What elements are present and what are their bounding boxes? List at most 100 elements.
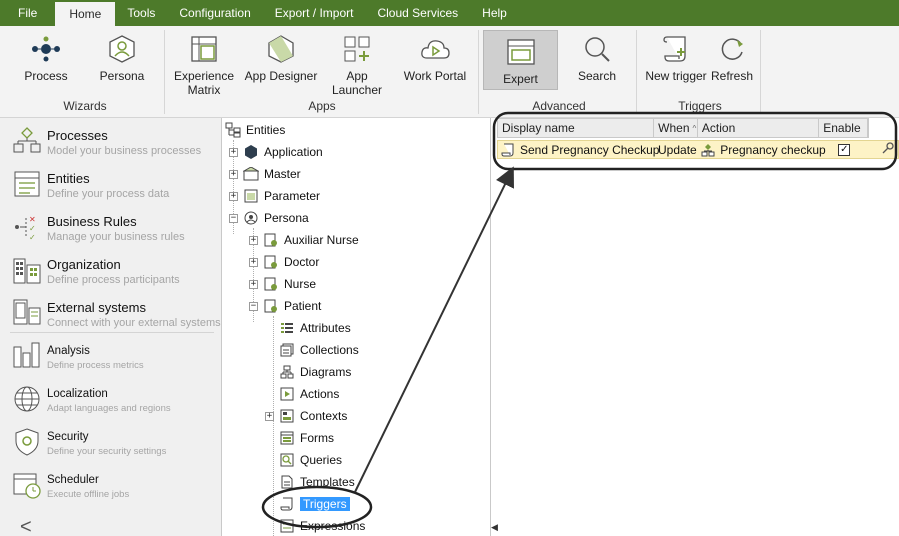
search-button[interactable]: Search: [568, 28, 626, 102]
master-icon: [243, 166, 259, 182]
collapse-icon[interactable]: −: [229, 213, 238, 223]
splitter-arrow-icon[interactable]: ◀: [491, 522, 498, 533]
expand-icon[interactable]: +: [229, 169, 238, 179]
tree-node-templates[interactable]: Templates: [279, 473, 355, 491]
sidebar-item-desc: Connect with your external systems: [47, 317, 221, 329]
tree-guide-line: [273, 316, 274, 536]
tree-node-triggers[interactable]: Triggers: [279, 495, 350, 513]
tree-node-actions[interactable]: Actions: [279, 385, 339, 403]
actions-icon: [279, 386, 295, 402]
tree-node-contexts[interactable]: + Contexts: [265, 407, 347, 425]
svg-text:✓: ✓: [29, 233, 36, 242]
sidebar-item-title: Localization: [47, 388, 108, 400]
cell-when: Update: [655, 141, 698, 158]
expert-button[interactable]: Expert: [483, 30, 558, 90]
expand-icon[interactable]: +: [265, 411, 274, 421]
ribbon-separator: [760, 30, 761, 114]
column-action[interactable]: Action: [698, 119, 820, 137]
column-enable[interactable]: Enable: [819, 119, 868, 137]
tree-node-expressions[interactable]: Expressions: [279, 517, 365, 535]
persona-entity-icon: [263, 276, 279, 292]
tree-node-doctor[interactable]: + Doctor: [249, 253, 319, 271]
collapse-sidebar-button[interactable]: <: [20, 516, 32, 536]
tree-label: Persona: [264, 211, 309, 225]
tree-label-selected: Triggers: [300, 497, 350, 511]
menu-export-import[interactable]: Export / Import: [263, 0, 366, 26]
sidebar-item-localization[interactable]: Localization Adapt languages and regions: [0, 378, 222, 421]
tree-node-application[interactable]: + Application: [229, 143, 323, 161]
sidebar-item-processes[interactable]: Processes Model your business processes: [0, 120, 222, 163]
parameter-icon: [243, 188, 259, 204]
new-trigger-button[interactable]: New trigger: [644, 28, 708, 102]
sidebar-item-desc: Manage your business rules: [47, 231, 185, 243]
menu-help[interactable]: Help: [470, 0, 519, 26]
tree-node-collections[interactable]: Collections: [279, 341, 359, 359]
tree-node-entities[interactable]: Entities: [225, 121, 285, 139]
column-display-name[interactable]: Display name: [498, 119, 655, 137]
process-label: Process: [24, 69, 68, 83]
new-trigger-label: New trigger: [645, 69, 707, 83]
tree-node-forms[interactable]: Forms: [279, 429, 334, 447]
app-designer-icon: [264, 32, 298, 66]
expand-icon[interactable]: +: [229, 147, 238, 157]
sidebar-item-scheduler[interactable]: Scheduler Execute offline jobs: [0, 464, 222, 507]
experience-matrix-icon: [187, 32, 221, 66]
menu-configuration[interactable]: Configuration: [167, 0, 262, 26]
expand-icon[interactable]: +: [249, 235, 258, 245]
grid-header: Display name When ^ Action Enable: [497, 118, 869, 138]
expressions-icon: [279, 518, 295, 534]
persona-button[interactable]: Persona: [96, 28, 148, 102]
experience-matrix-button[interactable]: Experience Matrix: [172, 28, 236, 102]
group-label-wizards: Wizards: [63, 99, 107, 113]
enable-checkbox[interactable]: ✓: [838, 143, 851, 156]
sidebar-item-organization[interactable]: Organization Define process participants: [0, 249, 222, 292]
sidebar-item-title: Analysis: [47, 345, 90, 357]
tree-label: Nurse: [284, 277, 317, 291]
sidebar-item-external-systems[interactable]: External systems Connect with your exter…: [0, 292, 222, 335]
process-button[interactable]: Process: [20, 28, 72, 102]
collections-icon: [279, 342, 295, 358]
cell-text: Send Pregnancy Checkup: [520, 142, 660, 157]
localization-icon: [12, 384, 42, 414]
experience-label-2: Matrix: [187, 83, 221, 97]
ribbon: Process Persona Experience Matrix App De…: [0, 26, 899, 118]
menu-cloud-services[interactable]: Cloud Services: [365, 0, 470, 26]
refresh-button[interactable]: Refresh: [708, 28, 756, 102]
menu-home[interactable]: Home: [55, 2, 116, 26]
sidebar-item-analysis[interactable]: Analysis Define process metrics: [0, 335, 222, 378]
tree-label: Collections: [300, 343, 359, 357]
app-launcher-button[interactable]: App Launcher: [320, 28, 394, 102]
app-launcher-icon: [340, 32, 374, 66]
organization-icon: [12, 255, 42, 285]
analysis-icon: [12, 341, 42, 371]
sidebar-item-business-rules[interactable]: ✕ ✓ ✓ Business Rules Manage your business …: [0, 206, 222, 249]
sidebar-item-entities[interactable]: Entities Define your process data: [0, 163, 222, 206]
tree-node-attributes[interactable]: Attributes: [279, 319, 351, 337]
table-row[interactable]: Send Pregnancy Checkup Update Pregnancy …: [497, 140, 899, 159]
expand-icon[interactable]: +: [249, 257, 258, 267]
tree-node-diagrams[interactable]: Diagrams: [279, 363, 351, 381]
persona-icon: [105, 32, 139, 66]
tree-node-nurse[interactable]: + Nurse: [249, 275, 316, 293]
sidebar-item-desc: Adapt languages and regions: [47, 403, 171, 414]
key-icon[interactable]: [882, 142, 894, 157]
column-when[interactable]: When ^: [654, 119, 698, 137]
tree-node-patient[interactable]: − Patient: [249, 297, 321, 315]
triggers-grid: Display name When ^ Action Enable Send P…: [497, 118, 899, 168]
expand-icon[interactable]: +: [229, 191, 238, 201]
tree-node-auxiliar-nurse[interactable]: + Auxiliar Nurse: [249, 231, 359, 249]
tree-node-queries[interactable]: Queries: [279, 451, 342, 469]
menu-file[interactable]: File: [0, 0, 55, 26]
app-designer-button[interactable]: App Designer: [244, 28, 318, 102]
tree-node-master[interactable]: + Master: [229, 165, 301, 183]
tree-node-parameter[interactable]: + Parameter: [229, 187, 320, 205]
sidebar-item-security[interactable]: Security Define your security settings: [0, 421, 222, 464]
work-portal-button[interactable]: Work Portal: [402, 28, 468, 102]
expand-icon[interactable]: +: [249, 279, 258, 289]
cell-text: Update: [658, 142, 697, 157]
persona-label: Persona: [99, 69, 145, 83]
app-launcher-label: App Launcher: [331, 69, 383, 97]
tree-node-persona[interactable]: − Persona: [229, 209, 309, 227]
collapse-icon[interactable]: −: [249, 301, 258, 311]
menu-tools[interactable]: Tools: [115, 0, 167, 26]
